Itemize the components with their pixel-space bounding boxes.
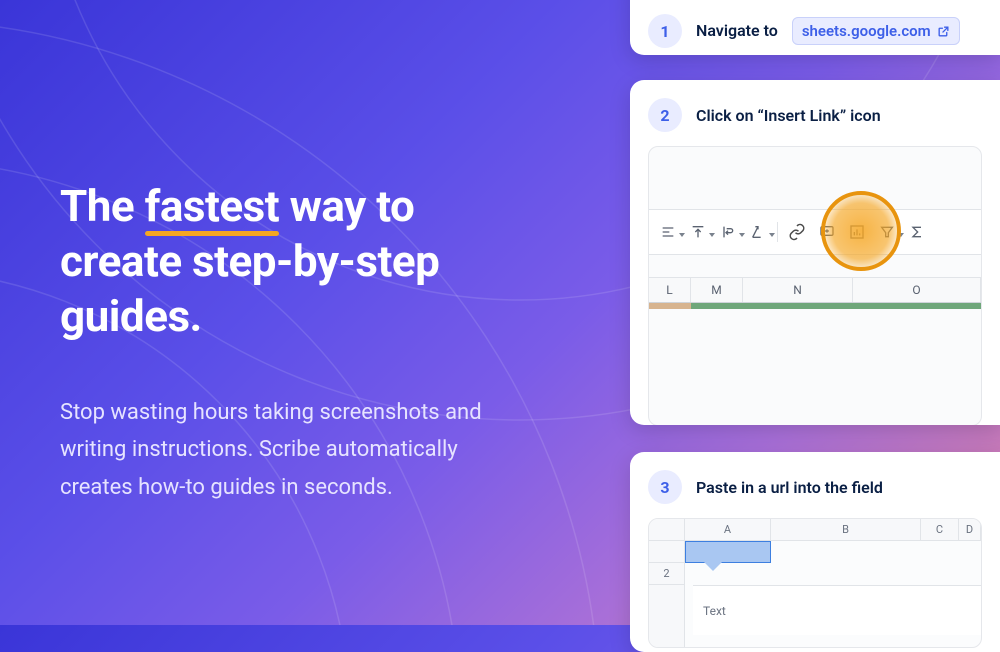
sheet-cols: A B C D [649,519,981,541]
step-3-screenshot: A B C D 2 Text [648,518,982,648]
column-headers: L M N O [649,277,981,303]
col-C[interactable]: C [921,519,959,540]
row-2[interactable]: 2 [649,563,684,585]
headline-pre: The [60,180,145,232]
comment-icon[interactable] [812,217,842,247]
step-badge-3: 3 [648,470,682,504]
step-2-screenshot: L M N O [648,146,982,425]
headline-highlight: fastest [145,179,280,234]
row-numbers: 2 [649,541,685,647]
sheets-toolbar [649,209,981,255]
valign-icon[interactable] [683,217,713,247]
external-link-icon [937,25,950,38]
chart-icon[interactable] [842,217,872,247]
filter-icon[interactable] [872,217,902,247]
step-badge-1: 1 [648,14,682,48]
popup-text-label: Text [703,604,726,618]
subheadline: Stop wasting hours taking screenshots an… [60,394,520,506]
sheet-corner[interactable] [649,519,685,540]
align-icon[interactable] [653,217,683,247]
col-A[interactable]: A [685,519,771,540]
rotate-icon[interactable] [743,217,773,247]
wrap-icon[interactable] [713,217,743,247]
row-1[interactable] [649,541,684,563]
step-card-1: 1 Navigate to sheets.google.com [630,0,1000,55]
step-2-header: 2 Click on “Insert Link” icon [648,98,982,132]
step-1-text: Navigate to sheets.google.com [696,17,960,45]
step-card-3: 3 Paste in a url into the field A B C D … [630,452,1000,652]
selected-cell[interactable] [685,541,771,563]
step-1-header: 1 Navigate to sheets.google.com [648,14,982,48]
steps-column: 1 Navigate to sheets.google.com 2 Click … [620,0,1000,625]
sheet-cells: Text [685,541,981,647]
url-chip[interactable]: sheets.google.com [792,17,960,45]
row-color-strip [649,303,981,309]
toolbar-separator [777,222,778,242]
col-N[interactable]: N [743,278,853,302]
hero-panel: The fastest way to create step-by-step g… [0,0,570,625]
link-icon[interactable] [782,217,812,247]
col-B[interactable]: B [771,519,921,540]
headline: The fastest way to create step-by-step g… [60,179,520,344]
col-D[interactable]: D [959,519,981,540]
col-L[interactable]: L [649,278,691,302]
col-O[interactable]: O [853,278,981,302]
sigma-icon[interactable] [902,217,932,247]
step-3-header: 3 Paste in a url into the field [648,470,982,504]
step-card-2: 2 Click on “Insert Link” icon L M N [630,80,1000,425]
col-M[interactable]: M [691,278,743,302]
step-3-text: Paste in a url into the field [696,478,883,497]
cell-pointer [703,561,723,571]
step-badge-2: 2 [648,98,682,132]
step-2-text: Click on “Insert Link” icon [696,106,881,125]
link-popup: Text [693,585,981,635]
